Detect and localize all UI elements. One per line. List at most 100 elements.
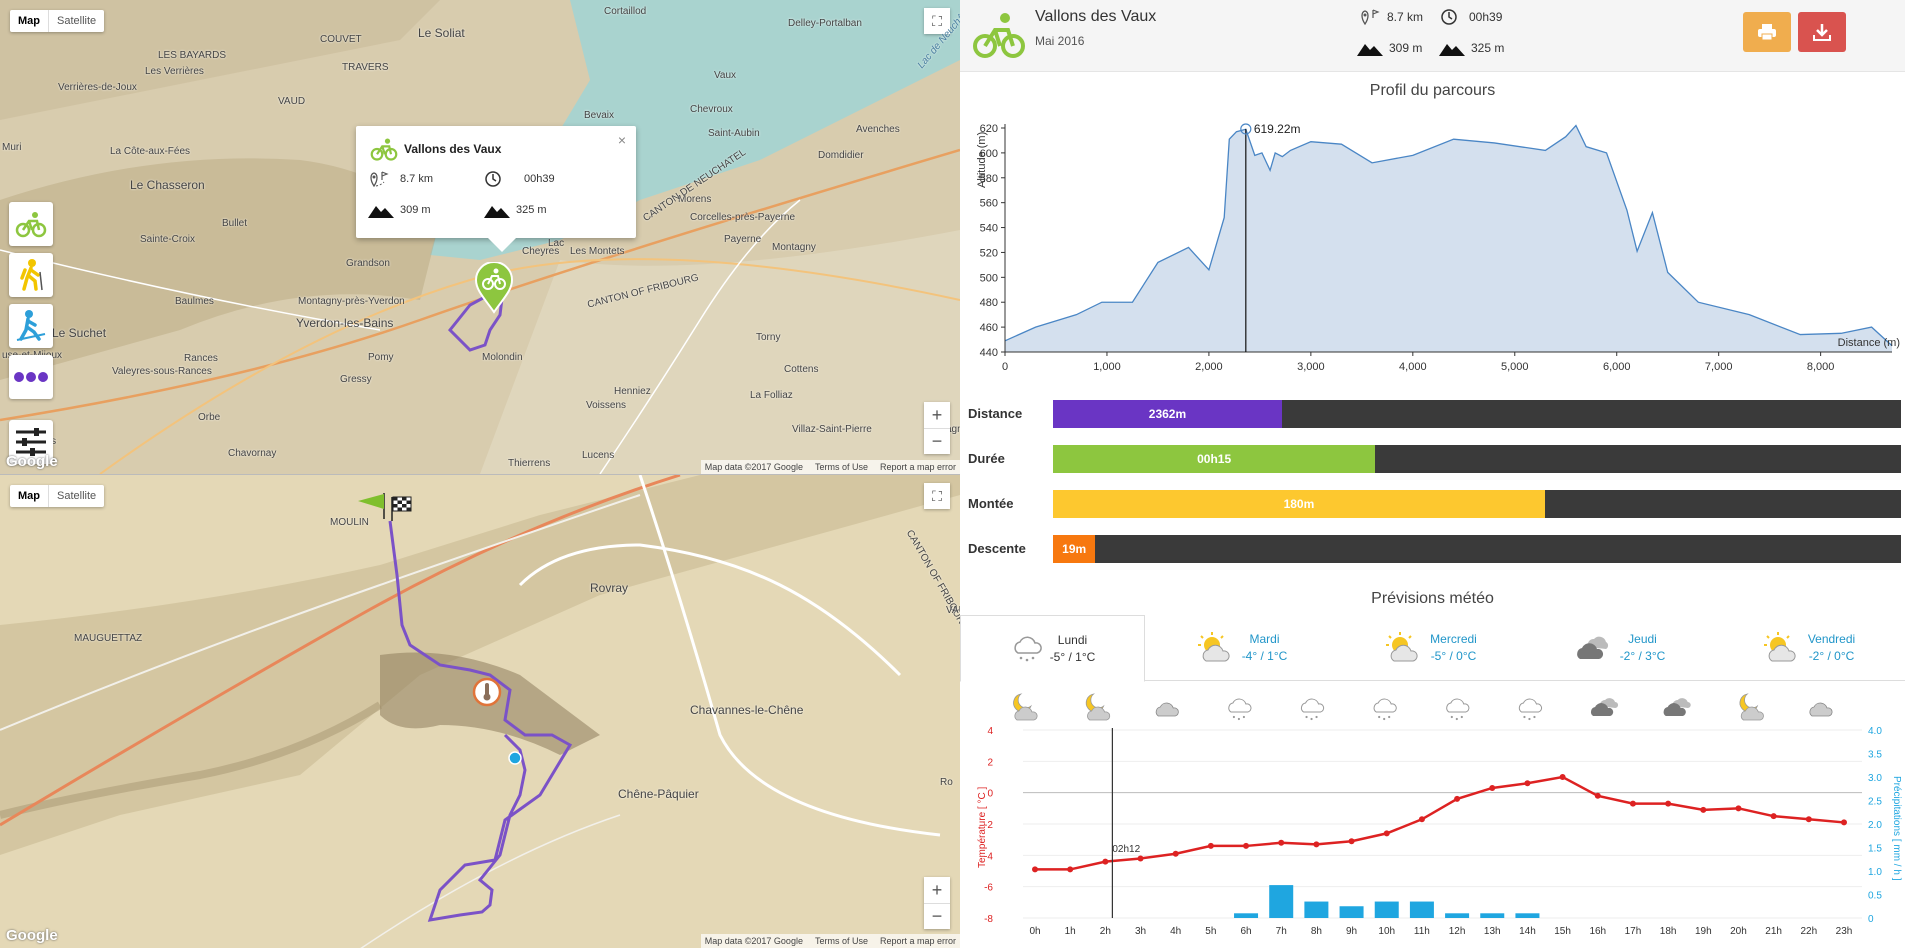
place-label: Gressy [340, 374, 372, 385]
snow-cloud-icon [1373, 698, 1397, 721]
popup-close-button[interactable]: × [618, 132, 626, 148]
route-header: Vallons des Vaux Mai 2016 8.7 km 00h39 3… [960, 0, 1905, 72]
hiker-icon [20, 259, 43, 291]
day-name: Mercredi [1430, 632, 1477, 646]
hour-tick-label: 4h [1170, 926, 1181, 937]
route-marker-icon[interactable] [474, 262, 514, 314]
stat-bar-track: 19m [1053, 535, 1901, 563]
place-label: Baulmes [175, 296, 214, 307]
tab-mardi[interactable]: Mardi -4° / 1°C [1149, 615, 1334, 681]
place-label: Payerne [724, 234, 762, 245]
popup-title[interactable]: Vallons des Vaux [404, 142, 501, 156]
google-logo: Google [6, 453, 58, 470]
snow-dot [1450, 715, 1453, 719]
day-temp: -2° / 0°C [1808, 649, 1855, 663]
y-axis-label: Altitude (m) [976, 132, 988, 188]
hour-tick-label: 0h [1029, 926, 1040, 937]
stat-bar-label: Durée [968, 451, 1005, 466]
map-type-map[interactable]: Map [10, 10, 48, 32]
temperature-point [1032, 866, 1038, 873]
place-label: Le Chasseron [130, 178, 205, 192]
place-label: Chevroux [690, 104, 733, 115]
download-button[interactable] [1798, 12, 1846, 52]
fullscreen-button[interactable]: ⛶ [924, 483, 950, 509]
tab-lundi[interactable]: Lundi -5° / 1°C [960, 615, 1145, 682]
header-duration: 00h39 [1440, 8, 1502, 26]
hiking-activity-button[interactable] [9, 253, 53, 297]
sun-cloud-icon [1763, 632, 1796, 662]
terms-link[interactable]: Terms of Use [815, 462, 868, 472]
place-label: Les Verrières [145, 66, 204, 77]
zoom-out-button[interactable]: − [924, 428, 950, 454]
terms-link[interactable]: Terms of Use [815, 936, 868, 946]
snowshoe-activity-button[interactable] [9, 304, 53, 348]
tab-mercredi[interactable]: Mercredi -5° / 0°C [1338, 615, 1523, 681]
temperature-point [1313, 841, 1320, 848]
map-type-map[interactable]: Map [10, 485, 48, 507]
bike-activity-button[interactable] [9, 202, 53, 246]
map-type-satellite[interactable]: Satellite [48, 10, 104, 32]
day-name: Mardi [1249, 632, 1280, 646]
temperature-point [1629, 800, 1636, 807]
precip-tick-label: 0 [1868, 914, 1874, 925]
print-button[interactable] [1743, 12, 1791, 52]
temperature-point [1067, 866, 1074, 873]
elevation-profile-chart[interactable]: 4404604805005205405605806006200 1,000 2,00… [960, 100, 1905, 380]
hourly-weather-chart[interactable]: -8-6-4-202400.51.01.52.02.53.03.54.0Temp… [960, 720, 1905, 948]
precip-axis-label: Précipitations [ mm / h ] [1891, 776, 1902, 881]
zoom-in-button[interactable]: + [924, 877, 950, 903]
stat-bar-descent: Descente 19m [968, 535, 1903, 563]
position-dot-icon [508, 751, 522, 765]
temperature-point [1559, 774, 1566, 780]
y-tick-label: 440 [980, 347, 998, 359]
thermometer-icon[interactable] [472, 677, 502, 707]
temperature-point [1418, 816, 1425, 823]
map-data-text: Map data ©2017 Google [704, 462, 803, 472]
popup-duration-value: 00h39 [524, 173, 555, 185]
place-label: Delley-Portalban [788, 18, 862, 29]
place-label: La Folliaz [750, 390, 793, 401]
more-activities-button[interactable] [9, 355, 53, 399]
cloud-shape [1446, 698, 1470, 713]
place-label: Montagny [772, 242, 816, 253]
hour-tick-label: 8h [1311, 926, 1322, 937]
distance-pin-icon [1361, 9, 1380, 26]
tab-jeudi[interactable]: Jeudi -2° / 3°C [1527, 615, 1712, 681]
tab-vendredi[interactable]: Vendredi -2° / 0°C [1716, 615, 1901, 681]
report-error-link[interactable]: Report a map error [880, 462, 956, 472]
stat-bar-track: 00h15 [1053, 445, 1901, 473]
cloud-shape [1155, 702, 1179, 717]
download-icon [1813, 24, 1831, 41]
hour-tick-label: 2h [1100, 926, 1111, 937]
hour-tick-label: 7h [1276, 926, 1287, 937]
precip-bar [1269, 885, 1294, 918]
header-distance: 8.7 km [1358, 8, 1423, 26]
hour-tick-label: 10h [1378, 926, 1395, 937]
x-tick-label: 6,000 [1603, 361, 1631, 373]
temperature-point [1278, 839, 1285, 846]
weather-cursor-label: 02h12 [1112, 844, 1140, 855]
moon-cloud-icon [1739, 693, 1764, 721]
header-duration-value: 00h39 [1469, 10, 1503, 24]
x-tick-label: 2,000 [1195, 361, 1223, 373]
hour-tick-label: 23h [1836, 926, 1853, 937]
header-ascent-value: 309 m [1389, 41, 1423, 55]
place-label: Chêne-Pâquier [618, 787, 699, 801]
place-label: Le Suchet [52, 326, 107, 340]
hour-tick-label: 9h [1346, 926, 1357, 937]
zoom-in-button[interactable]: + [924, 402, 950, 428]
day-temp: -2° / 3°C [1619, 649, 1666, 663]
temperature-point [1348, 838, 1355, 845]
hour-tick-label: 15h [1554, 926, 1571, 937]
place-label: VAUD [278, 96, 306, 107]
zoom-out-button[interactable]: − [924, 903, 950, 929]
place-label: Pomy [368, 352, 394, 363]
overview-map[interactable]: Map Satellite ⛶ Le Soliat LES BAYARDS Les … [0, 0, 960, 474]
hour-tick-label: 17h [1625, 926, 1642, 937]
place-label: Valeyres-sous-Rances [112, 366, 212, 377]
place-label: Bullet [222, 218, 248, 229]
report-error-link[interactable]: Report a map error [880, 936, 956, 946]
precip-tick-label: 3.0 [1868, 773, 1882, 784]
map-type-satellite[interactable]: Satellite [48, 485, 104, 507]
detail-map[interactable]: Map Satellite ⛶ MOULIN Rovray MAUGUETTAZ Ch… [0, 474, 960, 948]
